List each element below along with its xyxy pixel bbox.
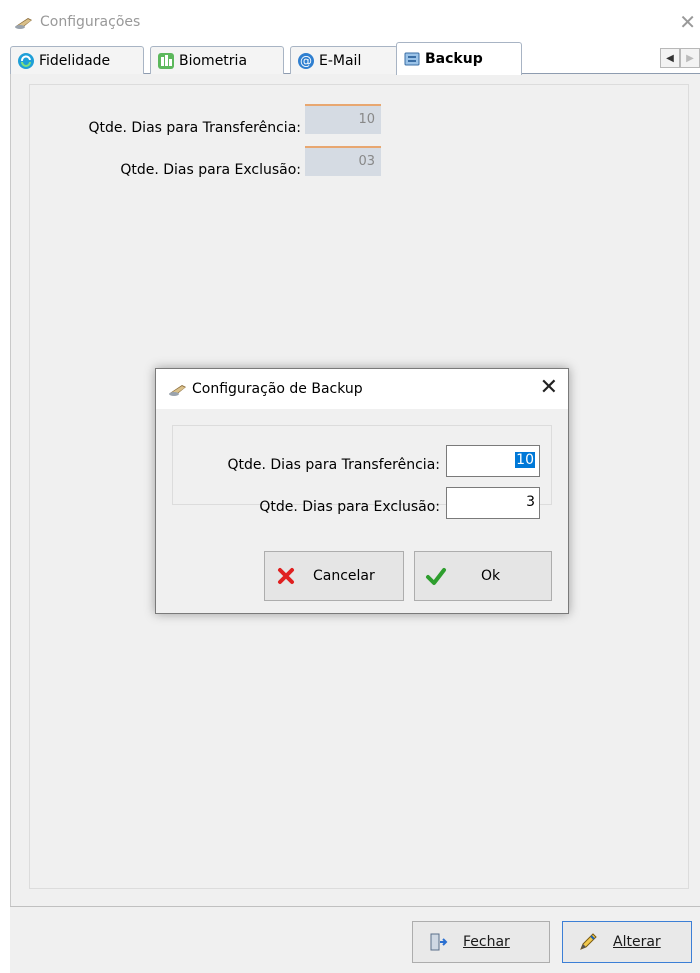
ok-button[interactable]: Ok xyxy=(414,551,552,601)
close-button[interactable]: Fechar xyxy=(412,921,550,963)
cancel-button-label: Cancelar xyxy=(313,568,375,584)
selected-text: 10 xyxy=(515,452,535,468)
cancel-button[interactable]: Cancelar xyxy=(264,551,404,601)
dialog-transfer-days-label: Qtde. Dias para Transferência: xyxy=(227,457,440,473)
backup-config-dialog: Configuração de Backup ✕ Qtde. Dias para… xyxy=(155,368,569,614)
window-titlebar: Configurações ✕ xyxy=(0,8,700,38)
delete-days-label: Qtde. Dias para Exclusão: xyxy=(120,162,301,178)
close-button-label: Fechar xyxy=(463,934,510,950)
refresh-icon xyxy=(18,52,34,69)
tab-biometria[interactable]: Biometria xyxy=(150,46,284,74)
alter-button[interactable]: Alterar xyxy=(562,921,692,963)
edit-pencil-icon xyxy=(580,933,597,950)
tab-label: Fidelidade xyxy=(39,52,111,69)
dialog-title: Configuração de Backup xyxy=(192,381,363,397)
dialog-titlebar: Configuração de Backup ✕ xyxy=(156,369,568,409)
fingerprint-icon xyxy=(158,52,174,69)
tab-label: Biometria xyxy=(179,52,248,69)
tab-strip: Fidelidade Biometria @ E-Mail Backup ◀ ▶ xyxy=(10,40,700,75)
cancel-x-icon xyxy=(278,568,294,584)
dialog-close-icon[interactable]: ✕ xyxy=(540,375,558,400)
footer-bar: Fechar Alterar xyxy=(10,907,700,973)
alter-button-label: Alterar xyxy=(613,934,661,950)
tab-scroll-buttons: ◀ ▶ xyxy=(660,48,700,68)
transfer-days-field: 10 xyxy=(305,104,381,134)
dialog-delete-days-input[interactable]: 3 xyxy=(446,487,540,519)
delete-days-field: 03 xyxy=(305,146,381,176)
scroll-left-icon[interactable]: ◀ xyxy=(660,48,680,68)
close-icon[interactable]: ✕ xyxy=(679,10,696,34)
ok-button-label: Ok xyxy=(481,568,501,584)
email-icon: @ xyxy=(298,52,314,69)
tab-backup[interactable]: Backup xyxy=(396,42,522,75)
svg-text:@: @ xyxy=(300,54,312,68)
scroll-right-icon[interactable]: ▶ xyxy=(680,48,700,68)
exit-door-icon xyxy=(430,933,448,951)
tab-fidelidade[interactable]: Fidelidade xyxy=(10,46,144,74)
checkmark-icon xyxy=(426,568,446,585)
tab-label: E-Mail xyxy=(319,52,362,69)
window-title: Configurações xyxy=(40,14,141,30)
app-icon xyxy=(15,18,32,29)
dialog-delete-days-label: Qtde. Dias para Exclusão: xyxy=(259,499,440,515)
app-icon xyxy=(169,385,186,396)
dialog-transfer-days-input[interactable]: 10 xyxy=(446,445,540,477)
tab-label: Backup xyxy=(425,51,483,67)
tab-email[interactable]: @ E-Mail xyxy=(290,46,398,74)
transfer-days-label: Qtde. Dias para Transferência: xyxy=(88,120,301,136)
backup-icon xyxy=(404,52,420,66)
